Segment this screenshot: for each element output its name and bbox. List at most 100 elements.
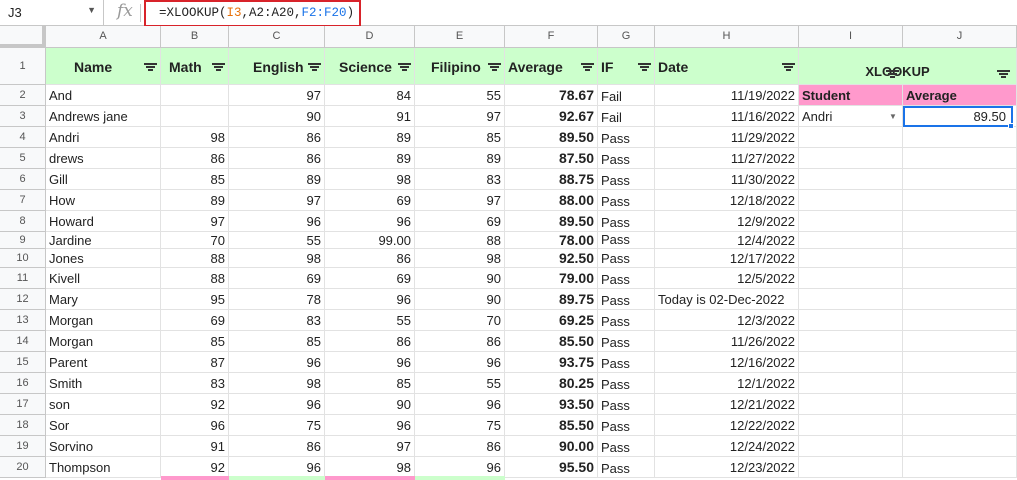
cell-math[interactable]: 88: [161, 249, 229, 268]
filter-icon[interactable]: [144, 62, 157, 72]
cell-if[interactable]: Pass: [598, 232, 655, 249]
cell-english[interactable]: 69: [229, 268, 325, 289]
cell-empty[interactable]: [799, 310, 903, 331]
cell-empty[interactable]: [799, 352, 903, 373]
cell-math[interactable]: 83: [161, 373, 229, 394]
cell-science[interactable]: 85: [325, 373, 415, 394]
cell-if[interactable]: Pass: [598, 148, 655, 169]
cell-date[interactable]: 12/18/2022: [655, 190, 799, 211]
cell-if[interactable]: Pass: [598, 268, 655, 289]
cell-if[interactable]: Pass: [598, 415, 655, 436]
cell-empty[interactable]: [799, 211, 903, 232]
cell-empty[interactable]: [903, 190, 1017, 211]
row-header-19[interactable]: 19: [0, 436, 46, 457]
row-header-9[interactable]: 9: [0, 232, 46, 249]
cell-date[interactable]: 12/3/2022: [655, 310, 799, 331]
cell-empty[interactable]: [799, 457, 903, 478]
cell-filipino[interactable]: 90: [415, 289, 505, 310]
cell-average[interactable]: 87.50: [505, 148, 598, 169]
student-dropdown[interactable]: Andri: [799, 106, 903, 127]
cell-name[interactable]: How: [46, 190, 161, 211]
cell-empty[interactable]: [903, 249, 1017, 268]
cell-science[interactable]: 96: [325, 352, 415, 373]
cell-date[interactable]: 11/27/2022: [655, 148, 799, 169]
cell-empty[interactable]: [903, 127, 1017, 148]
cell-filipino[interactable]: 86: [415, 331, 505, 352]
row-header-14[interactable]: 14: [0, 331, 46, 352]
formula-input[interactable]: =XLOOKUP(I3,A2:A20,F2:F20): [144, 0, 361, 27]
cell-empty[interactable]: [903, 373, 1017, 394]
cell-date[interactable]: 11/26/2022: [655, 331, 799, 352]
cell-filipino[interactable]: 75: [415, 415, 505, 436]
cell-if[interactable]: Pass: [598, 352, 655, 373]
cell-science[interactable]: 84: [325, 85, 415, 106]
cell-english[interactable]: 96: [229, 352, 325, 373]
cell-math[interactable]: 85: [161, 331, 229, 352]
cell-average[interactable]: 78.00: [505, 232, 598, 249]
cell-empty[interactable]: [903, 457, 1017, 478]
cell-math[interactable]: [161, 106, 229, 127]
cell-if[interactable]: Pass: [598, 211, 655, 232]
cell-average[interactable]: 95.50: [505, 457, 598, 478]
row-header-4[interactable]: 4: [0, 127, 46, 148]
row-header-8[interactable]: 8: [0, 211, 46, 232]
cell-english[interactable]: 75: [229, 415, 325, 436]
filter-icon[interactable]: [886, 69, 899, 79]
fill-handle[interactable]: [1008, 123, 1014, 129]
cell-name[interactable]: Andri: [46, 127, 161, 148]
cell-empty[interactable]: [903, 232, 1017, 249]
column-header-g[interactable]: G: [598, 26, 655, 48]
cell-date[interactable]: 12/21/2022: [655, 394, 799, 415]
cell-empty[interactable]: [799, 148, 903, 169]
cell-empty[interactable]: [799, 331, 903, 352]
cell-science[interactable]: 97: [325, 436, 415, 457]
cell-name[interactable]: drews: [46, 148, 161, 169]
cell-empty[interactable]: [903, 394, 1017, 415]
cell-english[interactable]: 96: [229, 394, 325, 415]
cell-english[interactable]: 97: [229, 190, 325, 211]
cell-math[interactable]: 91: [161, 436, 229, 457]
cell-name[interactable]: Sor: [46, 415, 161, 436]
cell-average[interactable]: 85.50: [505, 415, 598, 436]
cell-science[interactable]: 91: [325, 106, 415, 127]
cell-english[interactable]: 90: [229, 106, 325, 127]
cell-math[interactable]: 89: [161, 190, 229, 211]
cell-filipino[interactable]: 96: [415, 352, 505, 373]
cell-filipino[interactable]: 98: [415, 249, 505, 268]
cell-english[interactable]: 96: [229, 211, 325, 232]
cell-filipino[interactable]: 55: [415, 85, 505, 106]
cell-if[interactable]: Fail: [598, 85, 655, 106]
column-header-a[interactable]: A: [46, 26, 161, 48]
cell-name[interactable]: Gill: [46, 169, 161, 190]
cell-science[interactable]: 55: [325, 310, 415, 331]
row-header-2[interactable]: 2: [0, 85, 46, 106]
cell-date[interactable]: 12/9/2022: [655, 211, 799, 232]
row-header-3[interactable]: 3: [0, 106, 46, 127]
cell-empty[interactable]: [903, 169, 1017, 190]
cell-empty[interactable]: [903, 211, 1017, 232]
cell-name[interactable]: Sorvino: [46, 436, 161, 457]
name-box-dropdown-icon[interactable]: ▼: [87, 5, 96, 15]
cell-science[interactable]: 98: [325, 169, 415, 190]
cell-filipino[interactable]: 69: [415, 211, 505, 232]
xlookup-title-cell[interactable]: XLOOKUP: [799, 48, 1017, 85]
cell-if[interactable]: Pass: [598, 331, 655, 352]
cell-if[interactable]: Pass: [598, 310, 655, 331]
cell-empty[interactable]: [903, 331, 1017, 352]
cell-date[interactable]: 12/1/2022: [655, 373, 799, 394]
cell-filipino[interactable]: 89: [415, 148, 505, 169]
average-label-cell[interactable]: Average: [903, 85, 1017, 106]
column-header-d[interactable]: D: [325, 26, 415, 48]
row-header-16[interactable]: 16: [0, 373, 46, 394]
cell-date[interactable]: 11/16/2022: [655, 106, 799, 127]
cell-math[interactable]: 97: [161, 211, 229, 232]
cell-empty[interactable]: [799, 169, 903, 190]
cell-empty[interactable]: [799, 415, 903, 436]
cell-empty[interactable]: [903, 415, 1017, 436]
chevron-down-icon[interactable]: ▼: [889, 112, 897, 121]
cell-english[interactable]: 98: [229, 373, 325, 394]
row-header-20[interactable]: 20: [0, 457, 46, 478]
cell-date[interactable]: 12/22/2022: [655, 415, 799, 436]
cell-average[interactable]: 92.67: [505, 106, 598, 127]
cell-date[interactable]: 12/4/2022: [655, 232, 799, 249]
